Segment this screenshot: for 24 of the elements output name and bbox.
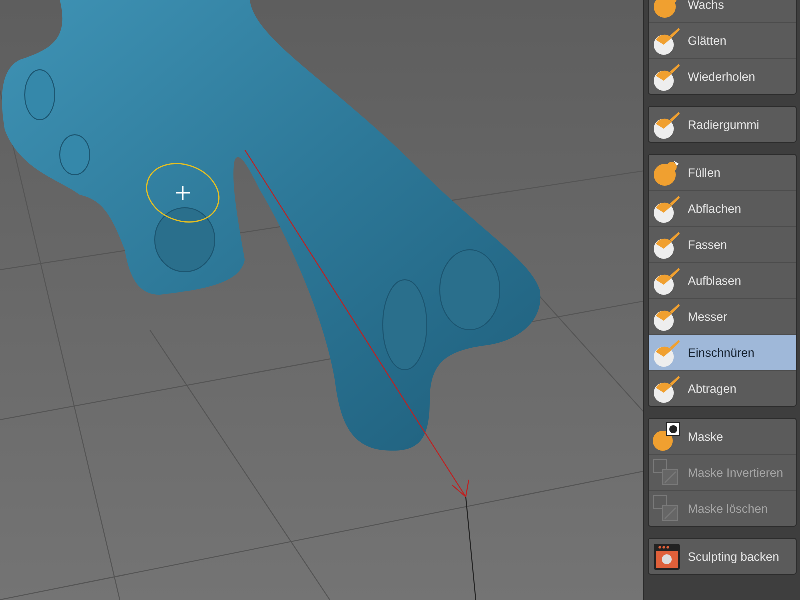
sculpt-brush-icon [652,26,682,56]
crosshair-icon [175,185,191,201]
tool-button[interactable]: Einschnüren [649,334,796,370]
tool-button[interactable]: Wachs [649,0,796,22]
tool-button[interactable]: Glätten [649,22,796,58]
sculpt-brush-icon [652,374,682,404]
sculpt-brush-icon [652,230,682,260]
tool-button[interactable]: Maske [649,419,796,454]
tool-button[interactable]: Sculpting backen [649,539,796,574]
sculpt-brush-icon [652,302,682,332]
tool-button[interactable]: Wiederholen [649,58,796,94]
sculpt-brush-icon [652,194,682,224]
tool-button[interactable]: Füllen [649,155,796,190]
tool-button[interactable]: Abtragen [649,370,796,406]
oven-icon [652,542,682,572]
sculpt-brush-icon [652,62,682,92]
mask-icon [652,422,682,452]
tool-button[interactable]: Fassen [649,226,796,262]
sculpt-brush-icon [652,110,682,140]
tool-button[interactable]: Abflachen [649,190,796,226]
tool-button[interactable]: Aufblasen [649,262,796,298]
sculpt-brush-icon [652,338,682,368]
tool-button[interactable]: Radiergummi [649,107,796,142]
sculpt-brush-icon [652,266,682,296]
